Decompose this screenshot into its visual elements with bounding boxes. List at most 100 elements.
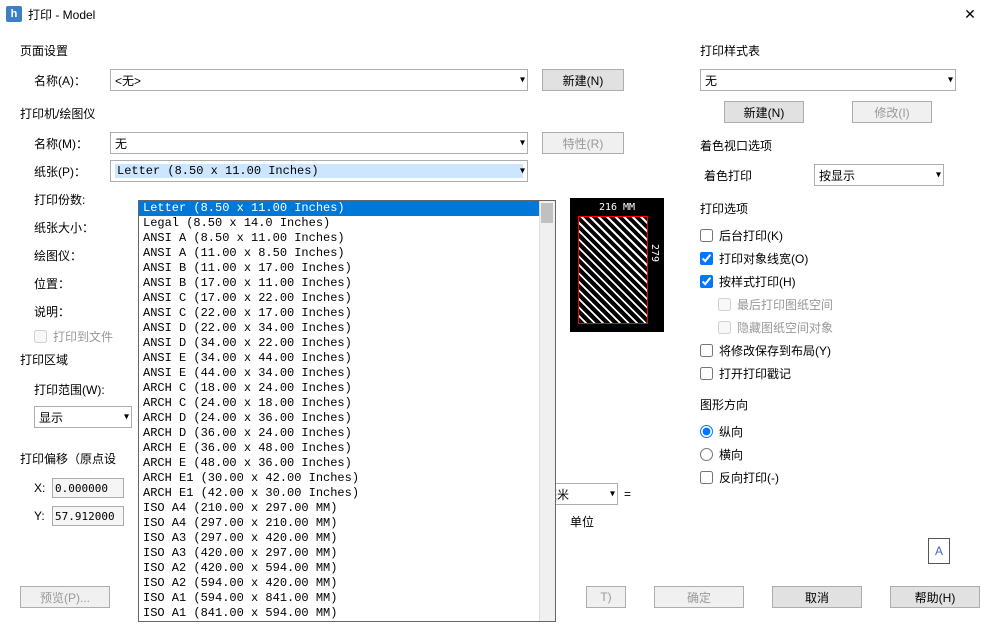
paper-option[interactable]: ANSI C (17.00 x 22.00 Inches) bbox=[139, 291, 555, 306]
paper-option[interactable]: ARCH E1 (42.00 x 30.00 Inches) bbox=[139, 486, 555, 501]
portrait-label: 纵向 bbox=[719, 423, 743, 440]
lineweight-checkbox[interactable] bbox=[700, 252, 713, 265]
reverse-plot-checkbox[interactable] bbox=[700, 471, 713, 484]
pagesetup-name-combo[interactable]: <无> ▾ bbox=[110, 69, 528, 91]
paper-option[interactable]: ISO A2 (420.00 x 594.00 MM) bbox=[139, 561, 555, 576]
paper-label: 纸张(P)： bbox=[20, 163, 110, 180]
titlebar: h 打印 - Model ✕ bbox=[0, 0, 990, 28]
preview-height: 279 bbox=[649, 244, 660, 262]
pagesetup-new-button[interactable]: 新建(N) bbox=[542, 69, 624, 91]
paper-option[interactable]: ARCH E1 (30.00 x 42.00 Inches) bbox=[139, 471, 555, 486]
offset-x-label: X: bbox=[34, 481, 52, 495]
paperspace-last-checkbox bbox=[718, 298, 731, 311]
chevron-down-icon: ▾ bbox=[948, 75, 953, 86]
shadeplot-label: 着色打印 bbox=[700, 167, 784, 184]
paper-option[interactable]: ISO A4 (297.00 x 210.00 MM) bbox=[139, 516, 555, 531]
paper-option[interactable]: ANSI D (22.00 x 34.00 Inches) bbox=[139, 321, 555, 336]
paper-option[interactable]: ANSI B (11.00 x 17.00 Inches) bbox=[139, 261, 555, 276]
chevron-down-icon: ▾ bbox=[610, 489, 615, 500]
styletable-combo[interactable]: 无 ▾ bbox=[700, 69, 956, 91]
paper-option[interactable]: ARCH E (36.00 x 48.00 Inches) bbox=[139, 441, 555, 456]
plotstamp-checkbox[interactable] bbox=[700, 367, 713, 380]
plotstyles-checkbox[interactable] bbox=[700, 275, 713, 288]
shadeplot-combo[interactable]: 按显示 ▾ bbox=[814, 164, 944, 186]
paper-option[interactable]: ANSI A (11.00 x 8.50 Inches) bbox=[139, 246, 555, 261]
printer-props-button: 特性(R) bbox=[542, 132, 624, 154]
ok-button: 确定 bbox=[654, 586, 744, 608]
chevron-down-icon: ▾ bbox=[936, 170, 941, 181]
paper-option[interactable]: ISO A3 (420.00 x 297.00 MM) bbox=[139, 546, 555, 561]
bgplot-checkbox[interactable] bbox=[700, 229, 713, 242]
scale-unit-label: 单位 bbox=[570, 513, 594, 530]
paper-option[interactable]: ARCH C (24.00 x 18.00 Inches) bbox=[139, 396, 555, 411]
paper-option[interactable]: ISO A3 (297.00 x 420.00 MM) bbox=[139, 531, 555, 546]
hide-paperspace-checkbox bbox=[718, 321, 731, 334]
paper-value: Letter (8.50 x 11.00 Inches) bbox=[115, 164, 523, 178]
chevron-down-icon: ▾ bbox=[520, 75, 525, 86]
landscape-label: 横向 bbox=[719, 446, 743, 463]
paper-option[interactable]: ANSI A (8.50 x 11.00 Inches) bbox=[139, 231, 555, 246]
paper-dropdown-list[interactable]: Letter (8.50 x 11.00 Inches)Legal (8.50 … bbox=[138, 200, 556, 622]
paper-option[interactable]: ANSI E (44.00 x 34.00 Inches) bbox=[139, 366, 555, 381]
paper-option[interactable]: ANSI B (17.00 x 11.00 Inches) bbox=[139, 276, 555, 291]
plotter-label: 绘图仪： bbox=[20, 247, 110, 264]
paper-option[interactable]: ARCH C (18.00 x 24.00 Inches) bbox=[139, 381, 555, 396]
orientation-icon: A bbox=[928, 538, 950, 564]
shadeplot-value: 按显示 bbox=[819, 167, 855, 184]
styletable-new-button[interactable]: 新建(N) bbox=[724, 101, 804, 123]
preview-button: 预览(P)... bbox=[20, 586, 110, 608]
paper-option[interactable]: ISO A1 (594.00 x 841.00 MM) bbox=[139, 591, 555, 606]
paper-option[interactable]: ISO A2 (594.00 x 420.00 MM) bbox=[139, 576, 555, 591]
plotscope-label: 打印范围(W): bbox=[20, 381, 120, 398]
offset-y-input[interactable] bbox=[52, 506, 124, 526]
close-icon[interactable]: ✕ bbox=[950, 0, 990, 28]
paper-option[interactable]: ISO A1 (841.00 x 594.00 MM) bbox=[139, 606, 555, 621]
landscape-radio[interactable] bbox=[700, 448, 713, 461]
printer-name-combo[interactable]: 无 ▾ bbox=[110, 132, 528, 154]
paper-option[interactable]: Letter (8.50 x 11.00 Inches) bbox=[139, 201, 555, 216]
paper-option[interactable]: ARCH D (24.00 x 36.00 Inches) bbox=[139, 411, 555, 426]
styletable-value: 无 bbox=[705, 72, 717, 89]
chevron-down-icon: ▾ bbox=[520, 166, 525, 177]
plotoptions-group-title: 打印选项 bbox=[700, 200, 980, 217]
save-layout-label: 将修改保存到布局(Y) bbox=[719, 342, 831, 359]
printer-group-title: 打印机/绘图仪 bbox=[20, 105, 690, 122]
chevron-down-icon: ▾ bbox=[520, 138, 525, 149]
pagesetup-name-value: <无> bbox=[115, 72, 141, 89]
window-title: 打印 - Model bbox=[28, 6, 950, 23]
save-layout-checkbox[interactable] bbox=[700, 344, 713, 357]
description-label: 说明： bbox=[20, 303, 110, 320]
paper-option[interactable]: ANSI E (34.00 x 44.00 Inches) bbox=[139, 351, 555, 366]
help-button[interactable]: 帮助(H) bbox=[890, 586, 980, 608]
portrait-radio[interactable] bbox=[700, 425, 713, 438]
scale-equals: = bbox=[624, 487, 631, 501]
preview-width: 216 MM bbox=[570, 202, 664, 213]
printer-name-label: 名称(M)： bbox=[20, 135, 110, 152]
plotstamp-label: 打开打印戳记 bbox=[719, 365, 791, 382]
paper-option[interactable]: ANSI C (22.00 x 17.00 Inches) bbox=[139, 306, 555, 321]
cancel-button[interactable]: 取消 bbox=[772, 586, 862, 608]
paper-option[interactable]: ARCH D (36.00 x 24.00 Inches) bbox=[139, 426, 555, 441]
app-icon: h bbox=[6, 6, 22, 22]
offset-x-input[interactable] bbox=[52, 478, 124, 498]
apply-layout-button: T) bbox=[586, 586, 626, 608]
dropdown-thumb[interactable] bbox=[541, 203, 553, 223]
plot-to-file-checkbox bbox=[34, 330, 47, 343]
papersize-label: 纸张大小： bbox=[20, 219, 110, 236]
hide-paperspace-label: 隐藏图纸空间对象 bbox=[737, 319, 833, 336]
orientation-group-title: 图形方向 bbox=[700, 396, 980, 413]
paper-option[interactable]: ARCH E (48.00 x 36.00 Inches) bbox=[139, 456, 555, 471]
styletable-group-title: 打印样式表 bbox=[700, 42, 980, 59]
copies-label: 打印份数: bbox=[20, 191, 110, 208]
paper-option[interactable]: ISO A4 (210.00 x 297.00 MM) bbox=[139, 501, 555, 516]
dropdown-scrollbar[interactable] bbox=[539, 201, 555, 621]
paper-option[interactable]: Legal (8.50 x 14.0 Inches) bbox=[139, 216, 555, 231]
lineweight-label: 打印对象线宽(O) bbox=[719, 250, 808, 267]
plotscope-combo[interactable]: 显示 ▾ bbox=[34, 406, 132, 428]
bgplot-label: 后台打印(K) bbox=[719, 227, 783, 244]
plotstyles-label: 按样式打印(H) bbox=[719, 273, 796, 290]
plot-to-file-label: 打印到文件 bbox=[53, 328, 113, 345]
paper-option[interactable]: ANSI D (34.00 x 22.00 Inches) bbox=[139, 336, 555, 351]
chevron-down-icon: ▾ bbox=[124, 412, 129, 423]
paper-combo[interactable]: Letter (8.50 x 11.00 Inches) ▾ bbox=[110, 160, 528, 182]
